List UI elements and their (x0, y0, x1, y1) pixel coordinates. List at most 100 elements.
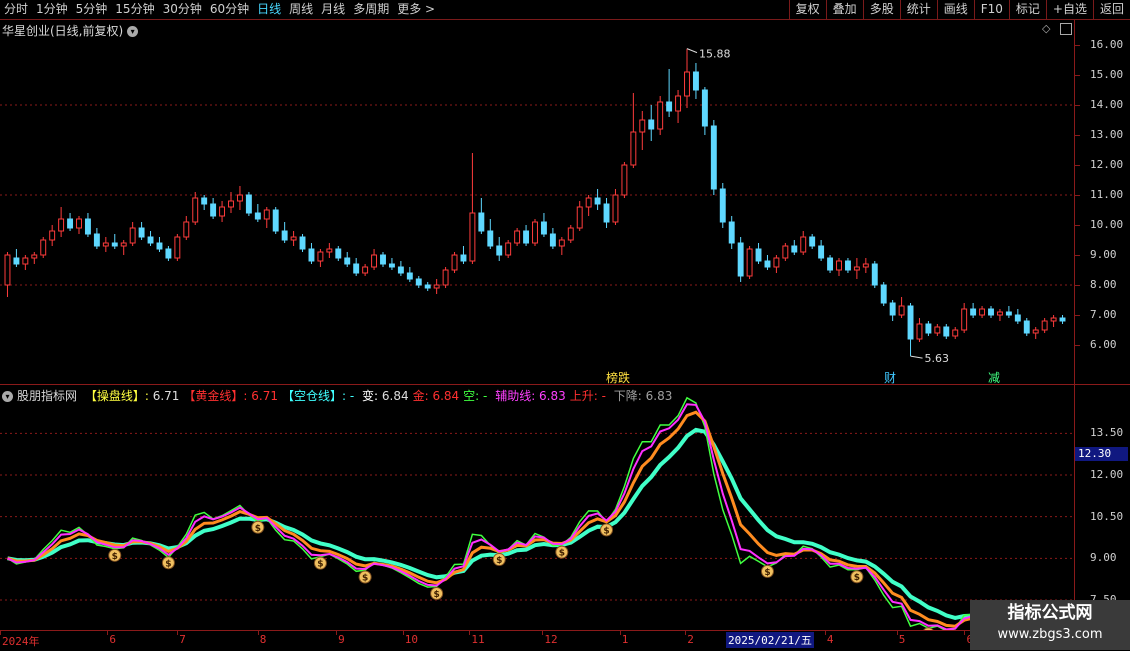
indicator-chart[interactable]: $$$$$$$$$$$$$$ (0, 385, 1074, 630)
candle-body (836, 260, 842, 271)
period-tab-10[interactable]: 更多 > (393, 0, 439, 19)
candle-body (58, 218, 65, 232)
candle-body (442, 269, 449, 286)
y-tick-label: 7.00 (1090, 308, 1117, 321)
x-tick-mark (619, 631, 621, 635)
candle-body (871, 263, 878, 286)
empty-line (7, 396, 1063, 630)
action-buttons: 复权 叠加 多股 统计 画线 F10 标记 +自选 返回 (788, 0, 1130, 19)
svg-text:$: $ (764, 568, 770, 578)
candle-body (988, 308, 994, 316)
y-tick-label: 12.00 (1090, 468, 1124, 481)
candle-body (165, 248, 172, 259)
low-price-label: 5.63 (925, 352, 950, 365)
candle-body (934, 326, 941, 334)
y-tick-label: 10.50 (1090, 509, 1124, 523)
candle-body (219, 206, 226, 217)
x-tick-mark (964, 631, 966, 635)
candle-body (1023, 320, 1030, 334)
action-button-1[interactable]: 叠加 (825, 0, 863, 19)
candle-body (102, 242, 109, 247)
action-button-6[interactable]: 标记 (1008, 0, 1046, 19)
candle-body (532, 221, 538, 244)
candle-body (979, 308, 986, 316)
svg-text:$: $ (255, 524, 261, 534)
candle-body (111, 242, 118, 247)
high-pointer (686, 48, 698, 54)
candle-body (308, 248, 315, 262)
candle-body (540, 221, 547, 235)
period-tab-3[interactable]: 15分钟 (111, 0, 158, 19)
money-bag-icon: $ (555, 545, 569, 559)
candle-body (326, 248, 333, 253)
candle-body (451, 254, 458, 271)
candle-body (415, 278, 422, 286)
period-tab-5[interactable]: 60分钟 (206, 0, 253, 19)
x-tick-label: 4 (826, 633, 834, 646)
action-button-2[interactable]: 多股 (862, 0, 900, 19)
money-bag-icon: $ (600, 523, 614, 537)
candle-body (496, 245, 503, 256)
period-tab-6[interactable]: 日线 (253, 0, 285, 19)
candle-body (388, 263, 395, 268)
svg-text:$: $ (603, 526, 609, 536)
candle-body (13, 257, 20, 265)
money-bag-icon: $ (430, 587, 444, 601)
period-tab-9[interactable]: 多周期 (349, 0, 393, 19)
candle-body (648, 119, 655, 130)
candle-body (773, 257, 780, 268)
y-tick-label: 11.00 (1090, 188, 1124, 201)
candle-body (558, 239, 565, 247)
action-button-8[interactable]: 返回 (1092, 0, 1130, 19)
period-tab-8[interactable]: 月线 (317, 0, 349, 19)
action-button-5[interactable]: F10 (973, 0, 1009, 19)
period-tab-4[interactable]: 30分钟 (159, 0, 206, 19)
period-tab-1[interactable]: 1分钟 (32, 0, 72, 19)
period-tab-2[interactable]: 5分钟 (72, 0, 112, 19)
money-bag-icon: $ (108, 548, 122, 562)
candle-body (889, 302, 896, 316)
candle-body (737, 242, 744, 277)
action-button-3[interactable]: 统计 (899, 0, 937, 19)
slow-line (7, 427, 1063, 622)
candle-body (478, 212, 485, 232)
action-button-4[interactable]: 画线 (936, 0, 974, 19)
svg-text:$: $ (112, 552, 118, 562)
y-tick-mark (1075, 255, 1080, 256)
candle-body (254, 212, 261, 220)
action-button-0[interactable]: 复权 (788, 0, 826, 19)
period-tab-0[interactable]: 分时 (0, 0, 32, 19)
candle-body (710, 125, 717, 190)
candle-body (898, 305, 905, 316)
y-tick-mark (1075, 285, 1080, 286)
y-tick-label: 6.00 (1090, 338, 1117, 351)
candlestick-chart[interactable]: 15.88 5.63 榜跌 财 减 (0, 20, 1074, 385)
candle-body (996, 311, 1003, 316)
y-tick-mark (1075, 105, 1080, 106)
candle-body (612, 194, 619, 223)
candle-body (514, 230, 521, 244)
candle-body (880, 284, 887, 304)
candle-body (138, 227, 145, 238)
x-tick-mark (402, 631, 404, 635)
candle-body (1014, 314, 1021, 322)
svg-text:$: $ (165, 559, 171, 569)
candle-body (961, 308, 968, 331)
y-tick-label: 8.00 (1090, 278, 1117, 291)
y-tick-label: 9.00 (1090, 248, 1117, 261)
candle-body (844, 260, 851, 271)
candle-body (174, 236, 181, 259)
money-bag-icon: $ (358, 570, 372, 584)
candle-body (40, 239, 47, 256)
period-tab-7[interactable]: 周线 (285, 0, 317, 19)
candle-body (925, 323, 932, 334)
x-tick-mark (107, 631, 109, 635)
money-bag-icon: $ (161, 556, 175, 569)
y-tick-mark (1075, 75, 1080, 76)
candle-body (335, 248, 342, 259)
candle-body (675, 95, 682, 112)
candle-body (1041, 320, 1048, 331)
candle-body (67, 218, 74, 229)
action-button-7[interactable]: +自选 (1045, 0, 1093, 19)
candle-body (129, 227, 136, 244)
